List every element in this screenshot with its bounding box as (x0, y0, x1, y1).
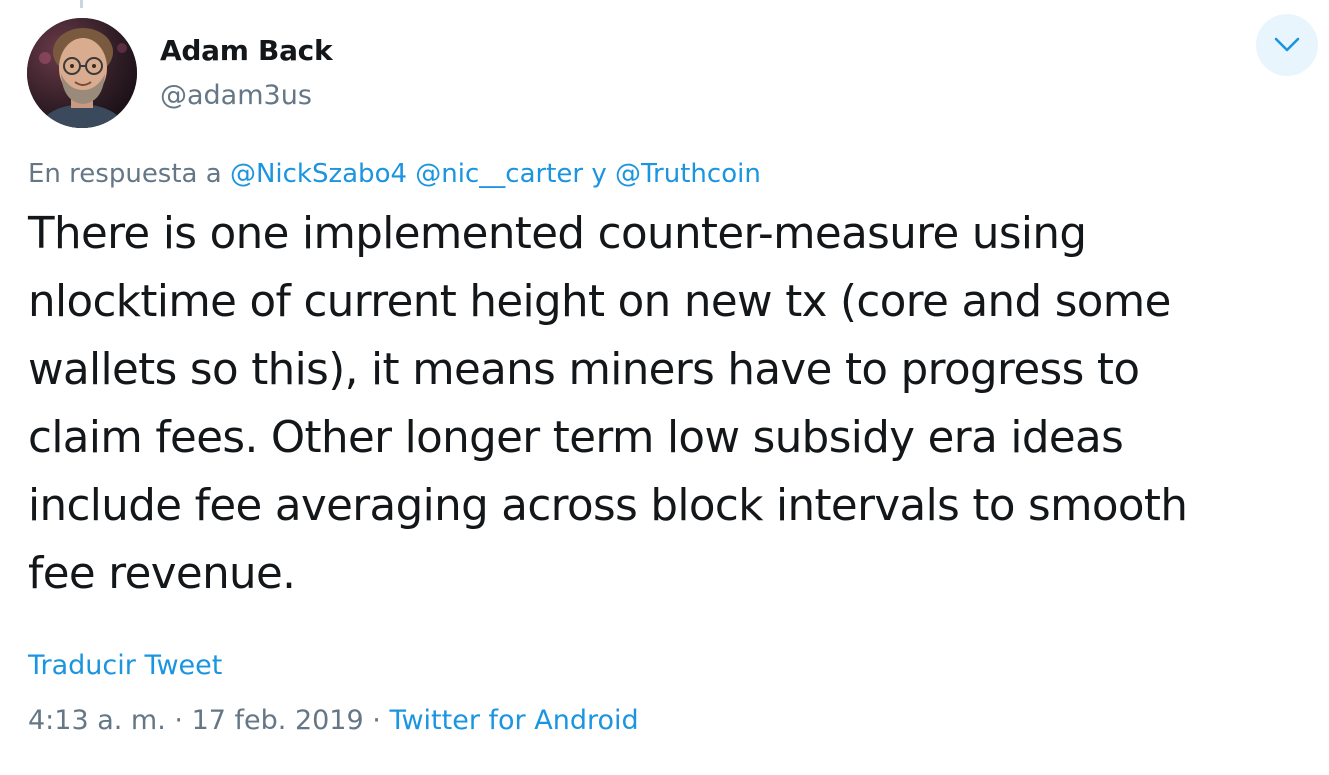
tweet-metadata: 4:13 a. m. · 17 feb. 2019 · Twitter for … (28, 703, 639, 739)
tweet-date[interactable]: 17 feb. 2019 (192, 705, 364, 736)
chevron-down-icon (1274, 37, 1300, 52)
avatar-image (27, 18, 137, 128)
reply-conjunction: y (591, 159, 607, 189)
tweet-text: There is one implemented counter-measure… (28, 209, 1188, 599)
mention-link[interactable]: @Truthcoin (615, 159, 761, 189)
meta-separator: · (372, 705, 381, 736)
avatar[interactable] (27, 18, 137, 128)
translate-tweet-link[interactable]: Traducir Tweet (28, 648, 222, 684)
tweet-time[interactable]: 4:13 a. m. (28, 705, 166, 736)
author-display-name[interactable]: Adam Back (160, 33, 333, 69)
meta-separator: · (174, 705, 183, 736)
author-handle[interactable]: @adam3us (160, 78, 312, 114)
reply-prefix: En respuesta a (28, 159, 222, 189)
thread-connector-line (80, 0, 83, 8)
mention-link[interactable]: @NickSzabo4 (230, 159, 407, 189)
tweet-source-link[interactable]: Twitter for Android (389, 705, 638, 736)
tweet-menu-button[interactable] (1256, 14, 1318, 76)
mention-link[interactable]: @nic__carter (415, 159, 583, 189)
reply-context: En respuesta a @NickSzabo4 @nic__carter … (28, 156, 761, 192)
